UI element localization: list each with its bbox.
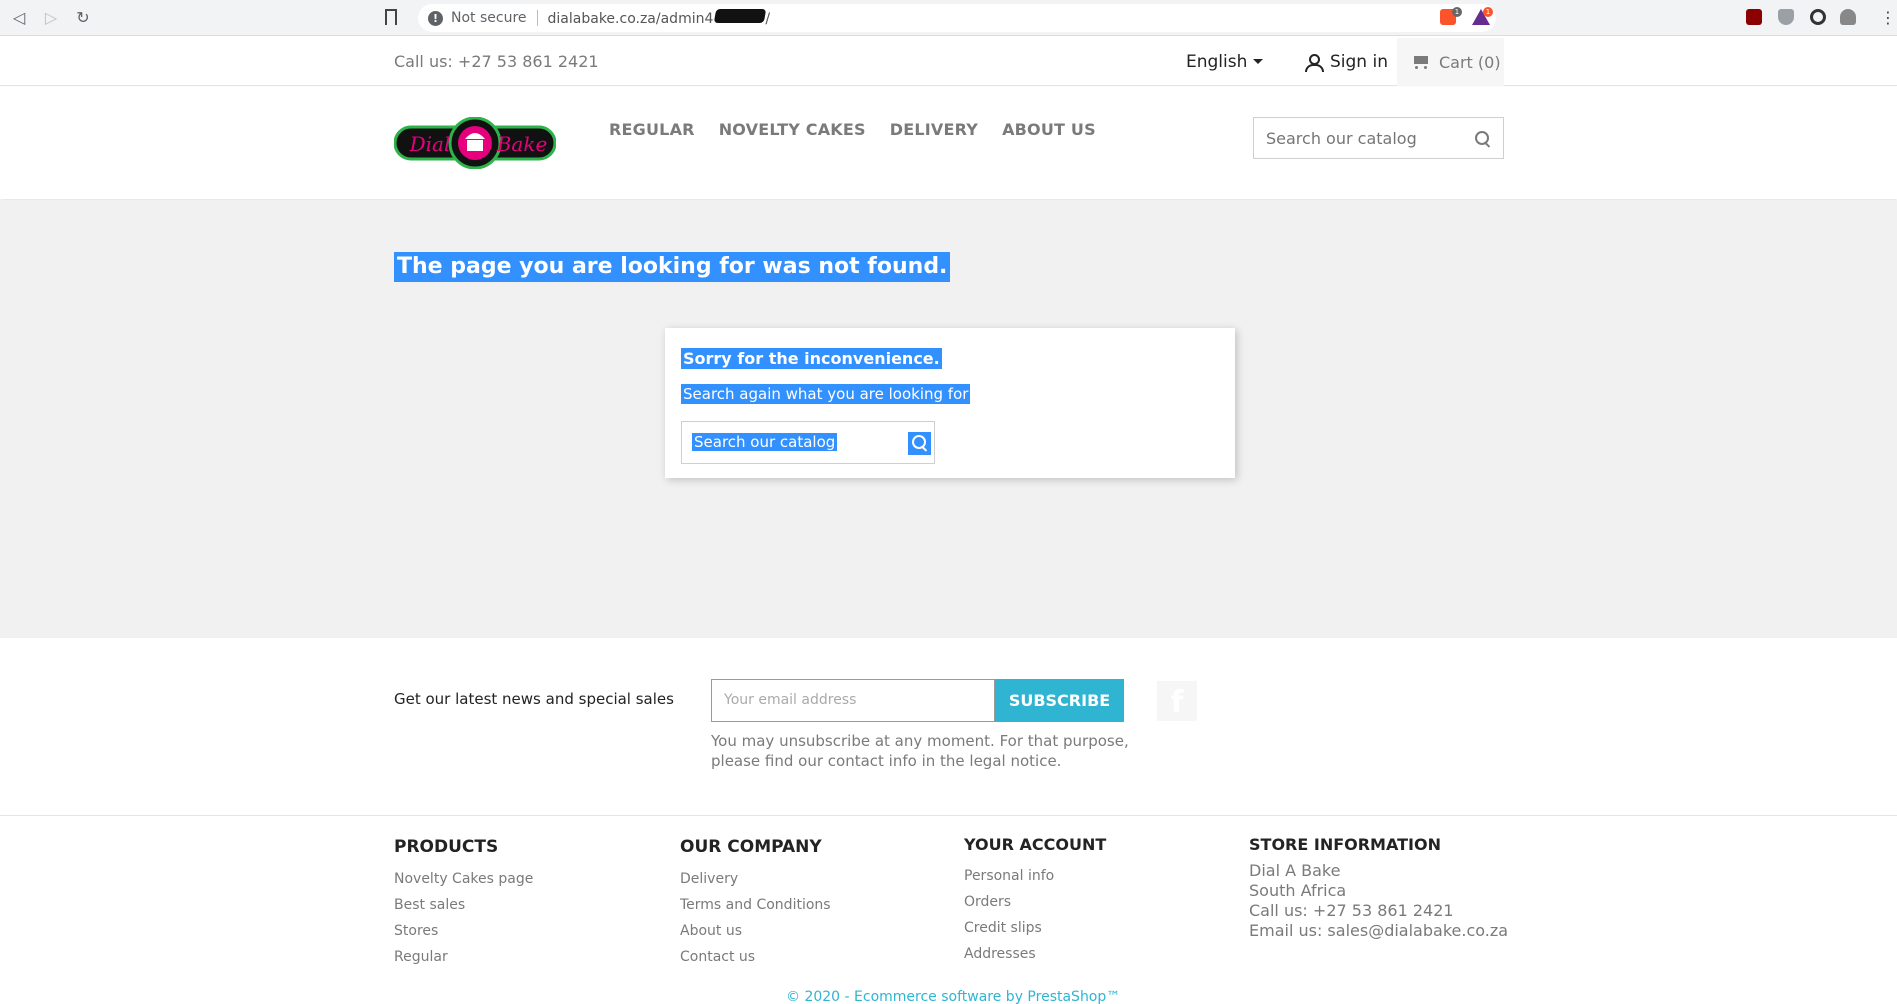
footer-link[interactable]: Regular [394, 944, 533, 970]
newsletter-label: Get our latest news and special sales [394, 690, 674, 708]
bookmark-icon[interactable] [385, 9, 397, 25]
footer-company: OUR COMPANY Delivery Terms and Condition… [680, 837, 831, 970]
footer-products-title: PRODUCTS [394, 837, 499, 857]
catalog-search[interactable]: Search our catalog [681, 421, 935, 464]
nav-regular[interactable]: REGULAR [609, 120, 695, 139]
nav-about-us[interactable]: ABOUT US [1002, 120, 1096, 139]
footer-account: YOUR ACCOUNT Personal info Orders Credit… [964, 835, 1106, 967]
info-icon[interactable]: ! [428, 10, 443, 26]
search-input[interactable] [1254, 118, 1454, 158]
sync-extension-icon[interactable] [1810, 9, 1826, 25]
page-title: The page you are looking for was not fou… [394, 252, 951, 282]
rewards-badge: 1 [1483, 7, 1493, 17]
footer-store-title: STORE INFORMATION [1249, 835, 1441, 854]
browser-menu-icon[interactable]: ⋮ [1880, 8, 1896, 27]
store-email[interactable]: Email us: sales@dialabake.co.za [1249, 921, 1508, 941]
footer-link[interactable]: Terms and Conditions [680, 892, 831, 918]
catalog-search-input[interactable]: Search our catalog [692, 433, 838, 451]
footer-link[interactable]: Orders [964, 889, 1106, 915]
copyright-link[interactable]: © 2020 - Ecommerce software by PrestaSho… [786, 989, 1120, 1004]
sorry-message: Sorry for the inconvenience. [681, 348, 942, 369]
nav-novelty-cakes[interactable]: NOVELTY CAKES [719, 120, 866, 139]
brave-badge: 1 [1452, 7, 1462, 17]
footer-link[interactable]: Personal info [964, 863, 1106, 889]
cloud-extension-icon[interactable] [1840, 9, 1856, 25]
footer-link[interactable]: Best sales [394, 892, 533, 918]
cart-icon [1411, 54, 1431, 70]
chevron-down-icon [1253, 59, 1264, 64]
nav-delivery[interactable]: DELIVERY [890, 120, 978, 139]
unsubscribe-note: You may unsubscribe at any moment. For t… [711, 732, 1129, 770]
footer-link[interactable]: Delivery [680, 866, 831, 892]
search-icon[interactable] [1475, 131, 1491, 147]
search-button[interactable] [908, 432, 931, 455]
language-selector[interactable]: English [1186, 52, 1264, 72]
main-navigation: REGULAR NOVELTY CAKES DELIVERY ABOUT US [609, 120, 1120, 139]
dial-a-bake-logo[interactable]: Dial Bake [394, 117, 556, 169]
header-top-bar: Call us: +27 53 861 2421 English Sign in… [0, 36, 1897, 86]
email-field[interactable]: Your email address [711, 679, 995, 722]
footer-link[interactable]: Credit slips [964, 915, 1106, 941]
newsletter-section: Get our latest news and special sales Yo… [0, 638, 1897, 816]
header-main: Dial Bake REGULAR NOVELTY CAKES DELIVERY… [0, 87, 1897, 199]
store-phone: Call us: +27 53 861 2421 [1249, 901, 1454, 920]
address-bar[interactable]: ! Not secure dialabake.co.za/admin4/ [418, 4, 1496, 32]
url-text[interactable]: dialabake.co.za/admin4/ [548, 9, 770, 27]
footer: PRODUCTS Novelty Cakes page Best sales S… [0, 817, 1897, 1004]
footer-link[interactable]: Stores [394, 918, 533, 944]
back-icon[interactable]: ◁ [8, 7, 30, 29]
store-country: South Africa [1249, 881, 1347, 900]
user-icon [1304, 53, 1324, 72]
footer-store-info: STORE INFORMATION Dial A Bake South Afri… [1249, 835, 1508, 941]
footer-products: PRODUCTS Novelty Cakes page Best sales S… [394, 837, 533, 970]
url-divider [536, 10, 538, 26]
footer-link[interactable]: Addresses [964, 941, 1106, 967]
subscribe-button[interactable]: SUBSCRIBE [995, 679, 1124, 722]
svg-text:Dial: Dial [409, 132, 451, 156]
footer-account-title[interactable]: YOUR ACCOUNT [964, 835, 1106, 854]
search-icon [912, 435, 928, 451]
not-found-panel: Sorry for the inconvenience. Search agai… [665, 328, 1235, 478]
svg-text:Bake: Bake [496, 132, 548, 156]
store-name: Dial A Bake [1249, 861, 1341, 880]
forward-icon[interactable]: ▷ [40, 7, 62, 29]
footer-link[interactable]: About us [680, 918, 831, 944]
footer-company-title: OUR COMPANY [680, 837, 822, 857]
sign-in-link[interactable]: Sign in [1304, 52, 1388, 72]
not-secure-label: Not secure [451, 10, 527, 26]
redaction-mark [714, 9, 767, 23]
cart-button[interactable]: Cart (0) [1397, 38, 1504, 86]
search-again-text: Search again what you are looking for [681, 384, 971, 404]
browser-toolbar: ◁ ▷ ↻ ! Not secure dialabake.co.za/admin… [0, 0, 1897, 36]
contact-phone: Call us: +27 53 861 2421 [394, 52, 599, 71]
footer-link[interactable]: Novelty Cakes page [394, 866, 533, 892]
shield-extension-icon[interactable] [1778, 9, 1794, 25]
facebook-icon[interactable]: f [1157, 681, 1197, 721]
footer-link[interactable]: Contact us [680, 944, 831, 970]
reload-icon[interactable]: ↻ [72, 7, 94, 29]
pdf-extension-icon[interactable] [1746, 9, 1762, 25]
header-search [1253, 117, 1504, 159]
page-content: The page you are looking for was not fou… [0, 200, 1897, 638]
